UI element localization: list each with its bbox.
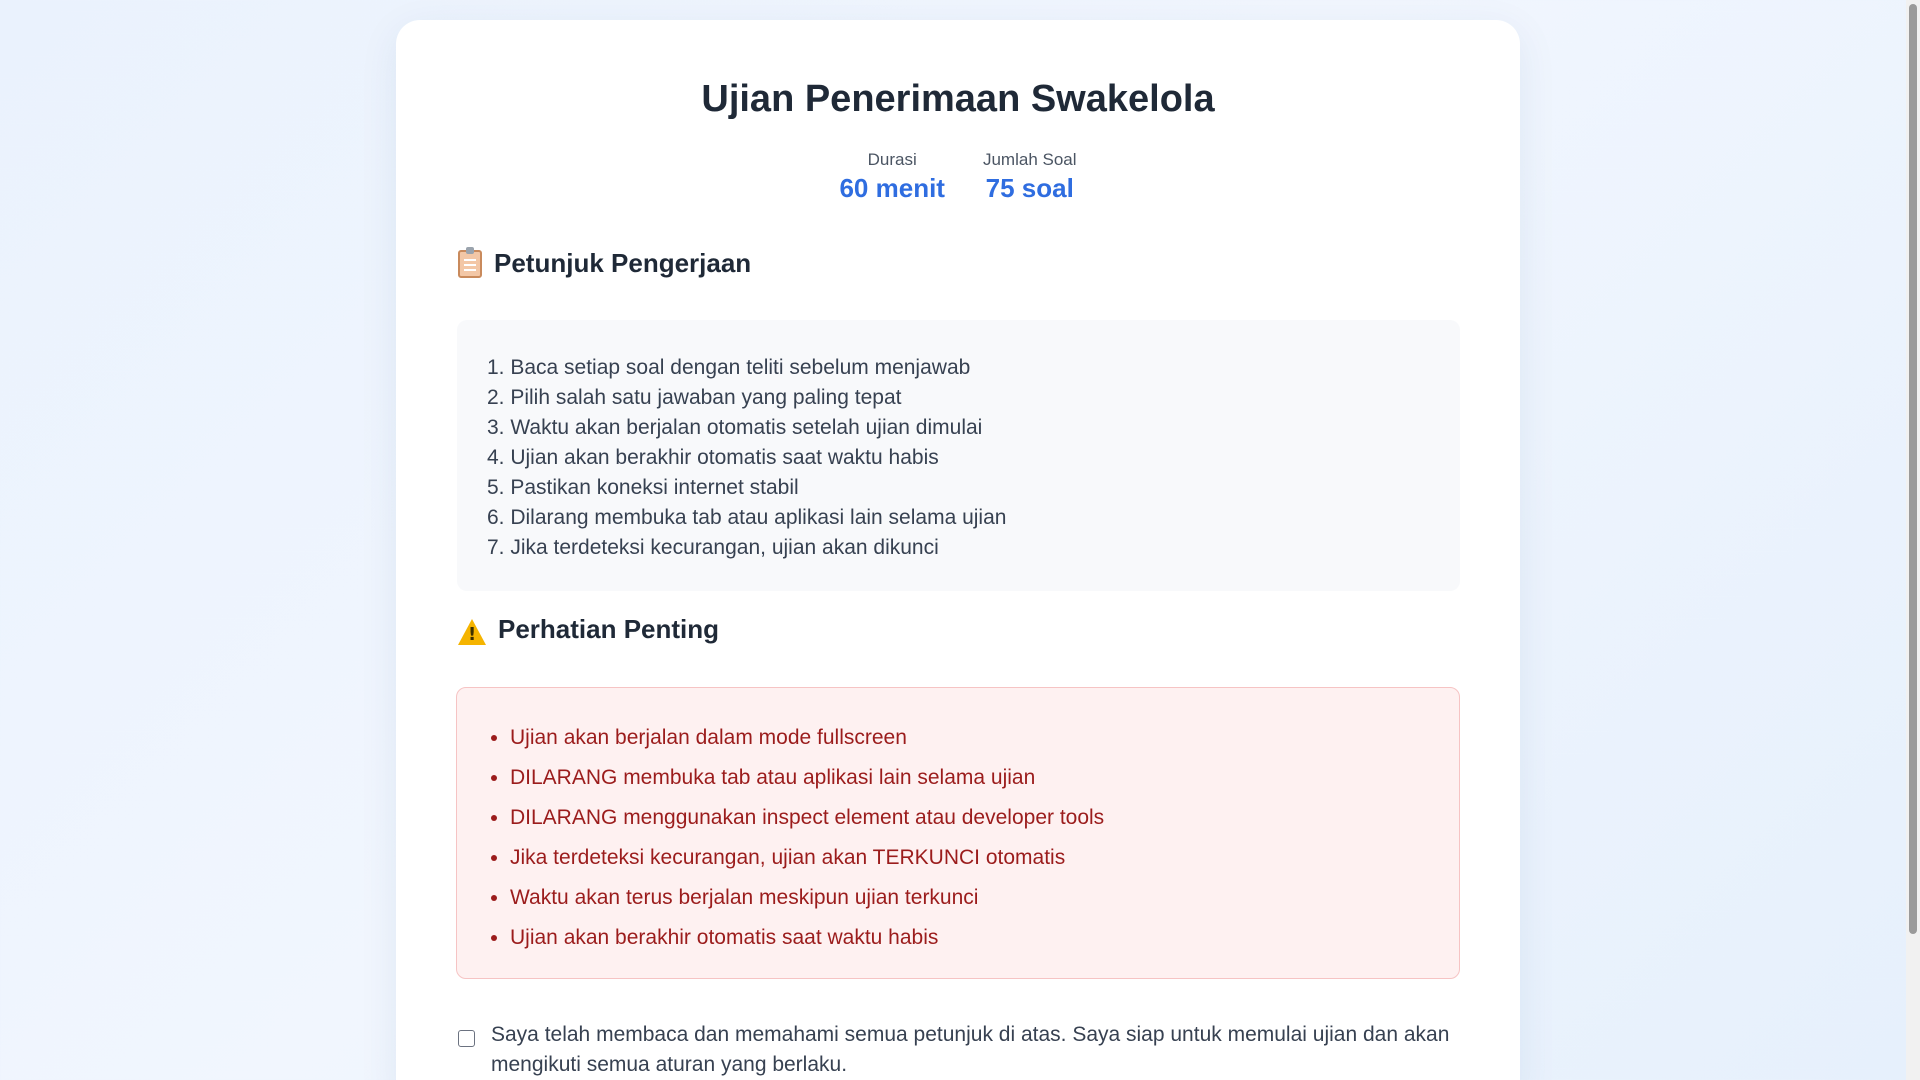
warning-item: Waktu akan terus berjalan meskipun ujian… <box>487 878 1429 918</box>
stat-question-count-value: 75 soal <box>985 173 1074 203</box>
instruction-item: 1. Baca setiap soal dengan teliti sebelu… <box>487 356 971 379</box>
stat-duration: Durasi 60 menit <box>839 148 945 204</box>
bullet-icon <box>491 815 497 821</box>
warning-item: DILARANG membuka tab atau aplikasi lain … <box>487 758 1429 798</box>
instruction-item: 4. Ujian akan berakhir otomatis saat wak… <box>487 446 939 469</box>
instruction-item: 2. Pilih salah satu jawaban yang paling … <box>487 386 902 409</box>
warnings-heading-text: Perhatian Penting <box>498 614 720 644</box>
warning-item-text: Waktu akan terus berjalan meskipun ujian… <box>510 886 979 909</box>
warning-item-text: DILARANG menggunakan inspect element ata… <box>510 806 1105 829</box>
bullet-icon <box>491 735 497 741</box>
instructions-heading: Petunjuk Pengerjaan <box>458 246 752 279</box>
warning-icon <box>458 618 486 645</box>
stat-duration-value: 60 menit <box>839 173 945 203</box>
stat-question-count: Jumlah Soal 75 soal <box>983 148 1077 204</box>
bullet-icon <box>491 895 497 901</box>
bullet-icon <box>491 935 497 941</box>
warning-item: Jika terdeteksi kecurangan, ujian akan T… <box>487 838 1429 878</box>
warning-item-text: Ujian akan berakhir otomatis saat waktu … <box>510 926 939 949</box>
warnings-heading: Perhatian Penting <box>458 614 719 645</box>
agreement-text[interactable]: Saya telah membaca dan memahami semua pe… <box>491 1020 1468 1080</box>
instructions-box: 1. Baca setiap soal dengan teliti sebelu… <box>457 320 1460 591</box>
warning-item: Ujian akan berakhir otomatis saat waktu … <box>487 918 1429 958</box>
stat-duration-label: Durasi <box>867 150 917 169</box>
agreement-checkbox[interactable] <box>458 1030 475 1047</box>
warning-item-text: Jika terdeteksi kecurangan, ujian akan T… <box>510 846 1066 869</box>
warning-item-text: DILARANG membuka tab atau aplikasi lain … <box>510 766 1036 789</box>
instructions-heading-text: Petunjuk Pengerjaan <box>494 248 752 278</box>
bullet-icon <box>491 775 497 781</box>
page-title: Ujian Penerimaan Swakelola <box>701 78 1215 120</box>
agreement-row[interactable]: Saya telah membaca dan memahami semua pe… <box>458 1020 1468 1080</box>
warning-item: DILARANG menggunakan inspect element ata… <box>487 798 1429 838</box>
clipboard-icon <box>458 246 482 278</box>
exam-card: Ujian Penerimaan Swakelola Durasi 60 men… <box>396 20 1520 1080</box>
instruction-item: 5. Pastikan koneksi internet stabil <box>487 476 799 499</box>
scrollbar-thumb[interactable] <box>1909 4 1917 934</box>
instruction-item: 3. Waktu akan berjalan otomatis setelah … <box>487 416 983 439</box>
page-scrollbar[interactable] <box>1906 0 1920 1080</box>
warning-item: Ujian akan berjalan dalam mode fullscree… <box>487 718 1429 758</box>
exam-stats: Durasi 60 menit Jumlah Soal 75 soal <box>396 148 1520 204</box>
instruction-item: 6. Dilarang membuka tab atau aplikasi la… <box>487 506 1007 529</box>
instruction-item: 7. Jika terdeteksi kecurangan, ujian aka… <box>487 536 939 559</box>
warning-item-text: Ujian akan berjalan dalam mode fullscree… <box>510 726 907 749</box>
warnings-box: Ujian akan berjalan dalam mode fullscree… <box>456 687 1460 979</box>
bullet-icon <box>491 855 497 861</box>
stat-question-count-label: Jumlah Soal <box>982 150 1077 169</box>
